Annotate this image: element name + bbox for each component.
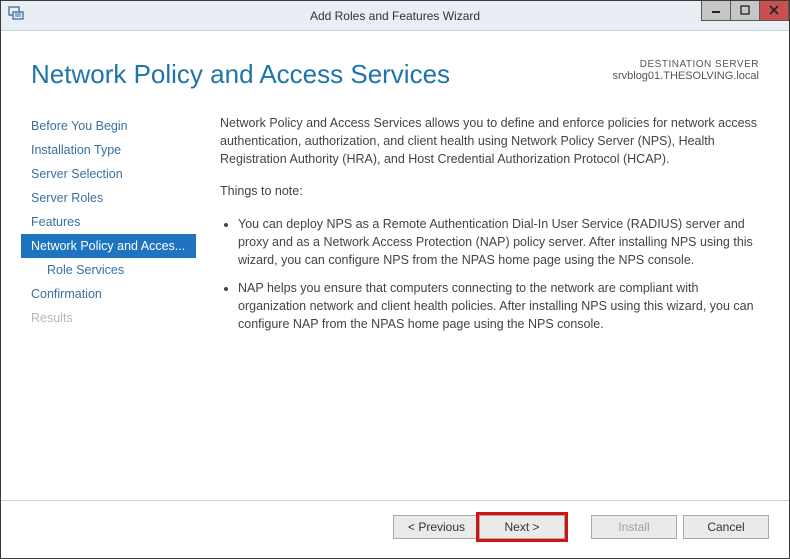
header: Network Policy and Access Services DESTI… — [1, 31, 789, 100]
cancel-button[interactable]: Cancel — [683, 515, 769, 539]
note-item: NAP helps you ensure that computers conn… — [238, 279, 759, 333]
step-features[interactable]: Features — [21, 210, 196, 234]
nav-button-group: < Previous Next > — [393, 515, 565, 539]
previous-button[interactable]: < Previous — [393, 515, 479, 539]
install-button: Install — [591, 515, 677, 539]
destination-block: DESTINATION SERVER srvblog01.THESOLVING.… — [612, 59, 759, 82]
step-server-selection[interactable]: Server Selection — [21, 162, 196, 186]
destination-label: DESTINATION SERVER — [612, 59, 759, 70]
step-before-you-begin[interactable]: Before You Begin — [21, 114, 196, 138]
maximize-button[interactable] — [730, 1, 760, 21]
minimize-button[interactable] — [701, 1, 731, 21]
server-manager-icon — [1, 5, 31, 26]
step-confirmation[interactable]: Confirmation — [21, 282, 196, 306]
window-title: Add Roles and Features Wizard — [1, 9, 789, 23]
content-panel: Network Policy and Access Services allow… — [196, 110, 769, 500]
window-controls — [702, 1, 789, 21]
next-button[interactable]: Next > — [479, 515, 565, 539]
notes-list: You can deploy NPS as a Remote Authentic… — [220, 215, 759, 334]
intro-text: Network Policy and Access Services allow… — [220, 114, 759, 168]
close-button[interactable] — [759, 1, 789, 21]
notes-heading: Things to note: — [220, 182, 759, 200]
titlebar: Add Roles and Features Wizard — [1, 1, 789, 31]
step-role-services[interactable]: Role Services — [21, 258, 196, 282]
step-network-policy-and-access[interactable]: Network Policy and Acces... — [21, 234, 196, 258]
button-bar: < Previous Next > Install Cancel — [1, 500, 789, 552]
step-list: Before You Begin Installation Type Serve… — [21, 110, 196, 500]
destination-server: srvblog01.THESOLVING.local — [612, 70, 759, 82]
step-installation-type[interactable]: Installation Type — [21, 138, 196, 162]
note-item: You can deploy NPS as a Remote Authentic… — [238, 215, 759, 269]
page-title: Network Policy and Access Services — [31, 59, 612, 90]
step-results: Results — [21, 306, 196, 330]
body: Before You Begin Installation Type Serve… — [1, 100, 789, 500]
step-server-roles[interactable]: Server Roles — [21, 186, 196, 210]
